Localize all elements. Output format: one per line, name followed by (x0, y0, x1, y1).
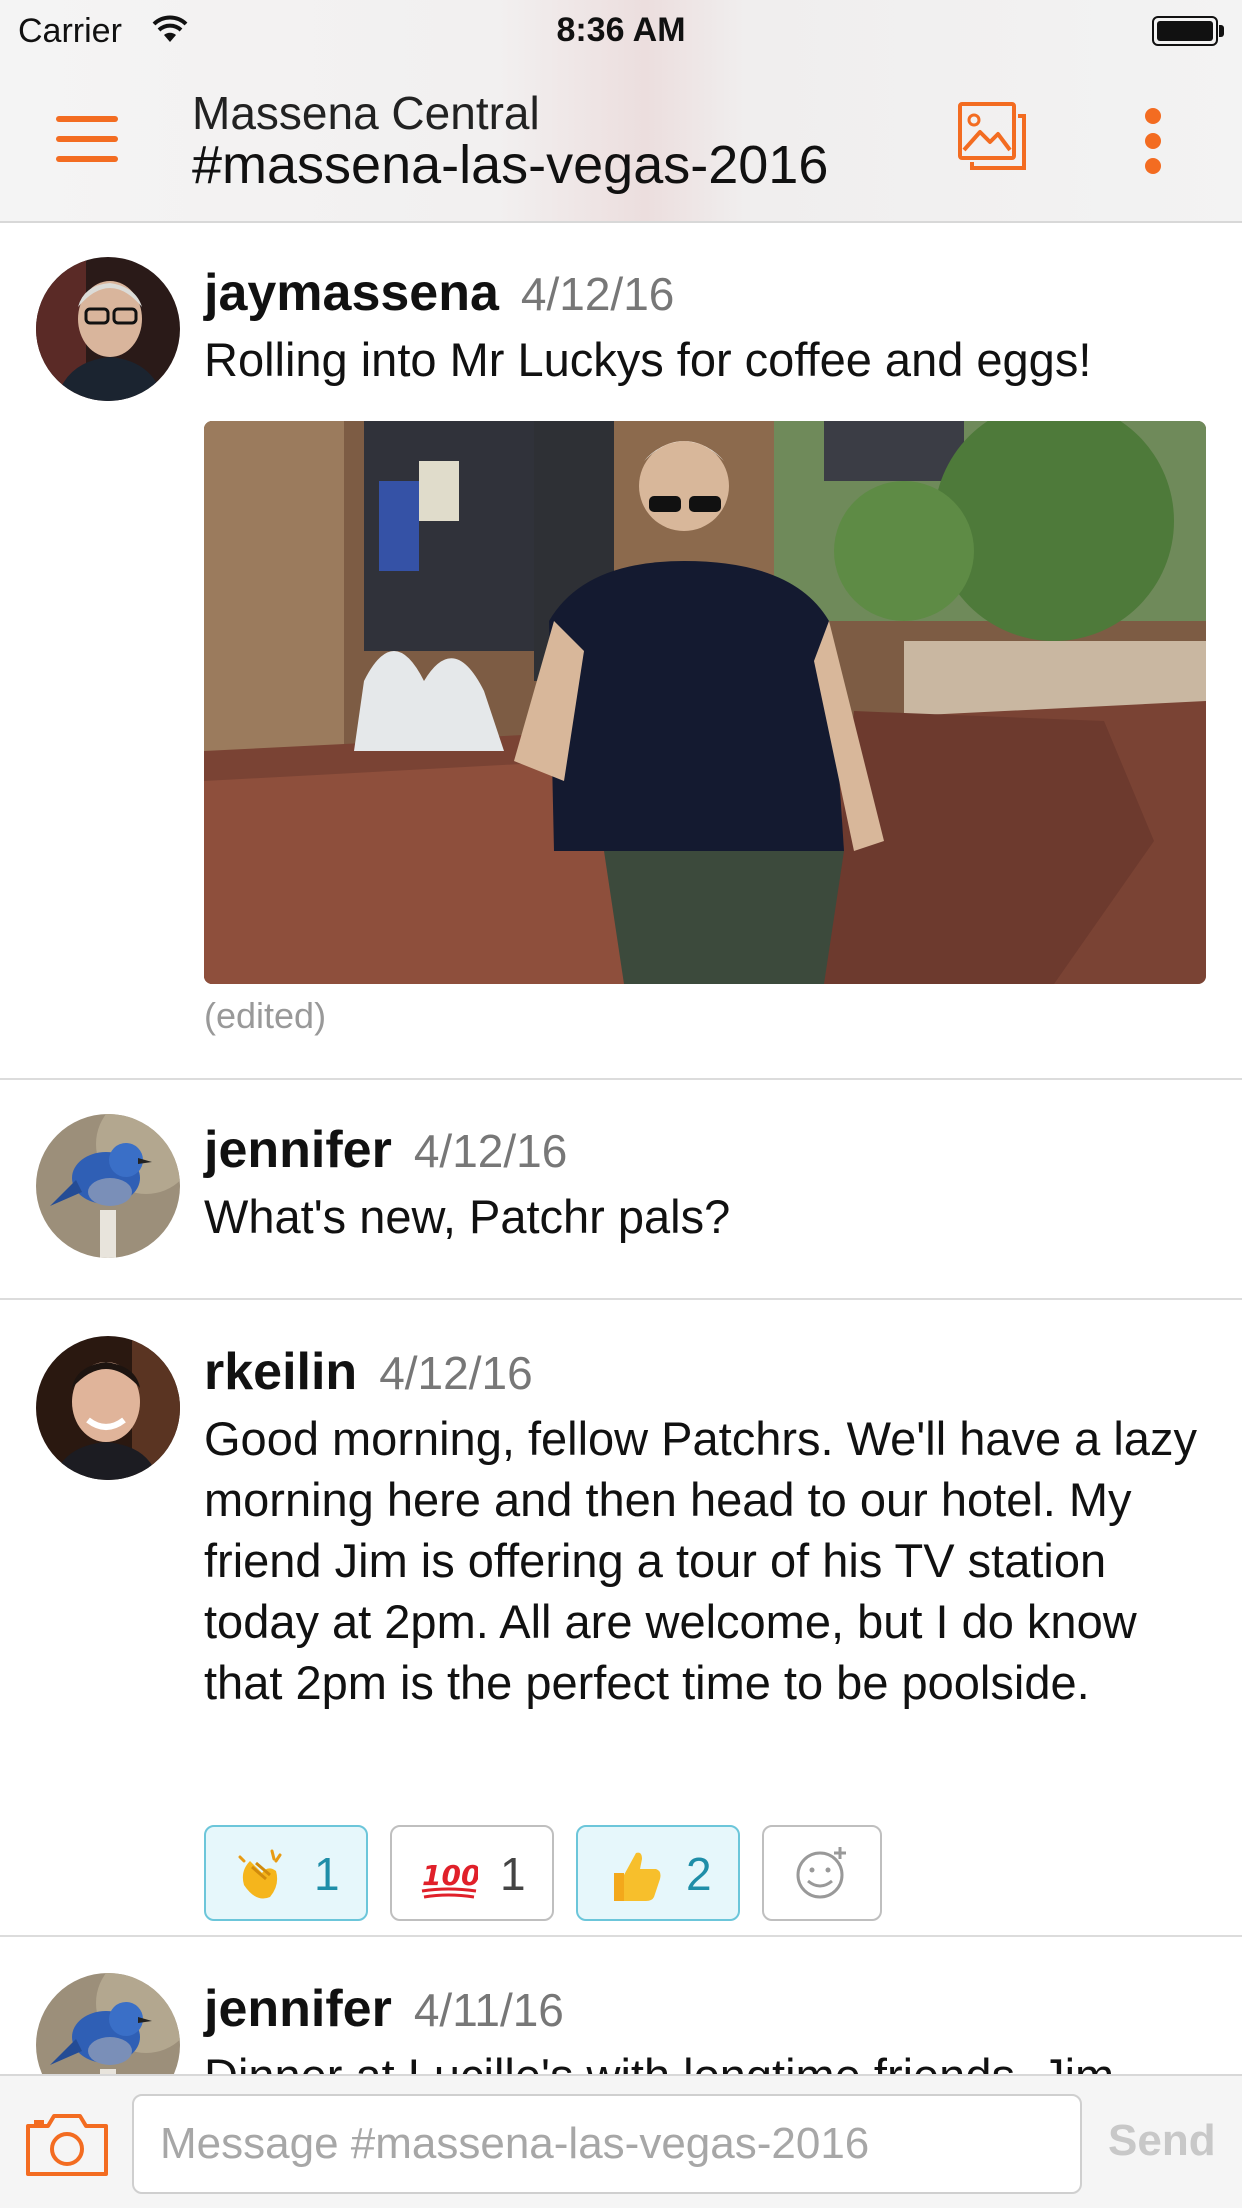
message-photo[interactable] (204, 421, 1206, 984)
send-button[interactable]: Send (1108, 2116, 1216, 2166)
avatar[interactable] (36, 1973, 180, 2074)
navigation-header: Carrier 8:36 AM Massena Central #massena… (0, 0, 1242, 223)
reactions-row: 1 100 1 2 (204, 1825, 884, 1921)
reaction-count: 1 (314, 1848, 340, 1900)
message-composer: Send (0, 2074, 1242, 2208)
battery-icon (1152, 16, 1224, 46)
vertical-dots-icon[interactable] (1138, 108, 1166, 174)
clapping-hands-icon (238, 1849, 282, 1899)
avatar[interactable] (36, 257, 180, 401)
reaction-count: 2 (686, 1848, 712, 1900)
photo-gallery-icon[interactable] (956, 100, 1028, 172)
avatar[interactable] (36, 1114, 180, 1258)
status-bar: Carrier 8:36 AM (0, 0, 1242, 62)
message-item: jaymassena 4/12/16 Rolling into Mr Luckys… (0, 225, 1242, 1080)
thumbs-up-icon (614, 1852, 661, 1901)
add-reaction-button[interactable] (762, 1825, 882, 1921)
channel-title: #massena-las-vegas-2016 (192, 135, 829, 195)
message-date: 4/12/16 (413, 1125, 568, 1177)
message-feed[interactable]: jaymassena 4/12/16 Rolling into Mr Luckys… (0, 225, 1242, 2074)
message-item: rkeilin 4/12/16 Good morning, fellow Patc… (0, 1300, 1242, 1937)
message-author[interactable]: jaymassena 4/12/16 (204, 263, 674, 323)
org-name: Massena Central (192, 87, 540, 139)
message-text: Rolling into Mr Luckys for coffee and eg… (204, 333, 1092, 386)
svg-text:100: 100 (422, 1859, 478, 1892)
edited-label: (edited) (204, 995, 327, 1036)
message-author[interactable]: rkeilin 4/12/16 (204, 1342, 533, 1402)
hamburger-menu-icon[interactable] (56, 116, 120, 164)
message-item: jennifer 4/12/16 What's new, Patchr pals? (0, 1080, 1242, 1300)
message-input[interactable] (132, 2094, 1082, 2194)
add-emoji-icon (796, 1847, 846, 1899)
message-text: Dinner at Lucille's with longtime friend… (204, 2045, 1214, 2074)
camera-icon[interactable] (24, 2112, 110, 2178)
status-time: 8:36 AM (556, 11, 686, 49)
message-author[interactable]: jennifer 4/12/16 (204, 1120, 567, 1180)
message-date: 4/11/16 (413, 1984, 564, 2036)
avatar[interactable] (36, 1336, 180, 1480)
hundred-points-icon: 100 (421, 1859, 478, 1899)
message-author[interactable]: jennifer 4/11/16 (204, 1979, 564, 2039)
message-date: 4/12/16 (379, 1347, 533, 1399)
message-text: What's new, Patchr pals? (204, 1190, 731, 1243)
reaction-count: 1 (500, 1848, 526, 1900)
message-item: jennifer4/11/16 Dinner at Lucille's with… (0, 1937, 1242, 2074)
reaction-thumbs-up[interactable]: 2 (576, 1825, 740, 1921)
message-date: 4/12/16 (520, 268, 675, 320)
reaction-hundred-points[interactable]: 100 1 (390, 1825, 554, 1921)
message-text: Good morning, fellow Patchrs. We'll have… (204, 1412, 1197, 1709)
reaction-clapping-hands[interactable]: 1 (204, 1825, 368, 1921)
